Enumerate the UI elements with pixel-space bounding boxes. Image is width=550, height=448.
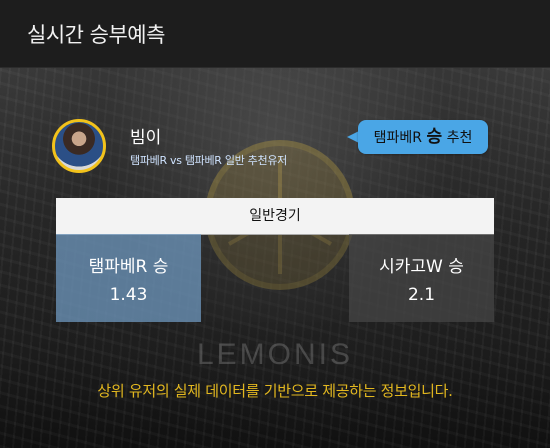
- middle-divider-area: [201, 234, 349, 322]
- header-bar: 실시간 승부예측: [0, 0, 550, 68]
- recommendation-team: 탬파베R: [373, 130, 423, 146]
- avatar[interactable]: [52, 119, 106, 173]
- recommendation-badge: 탬파베R 승 추천: [358, 120, 488, 154]
- brand-watermark: LEMONIS: [196, 338, 354, 371]
- away-team-name: 시카고W 승: [379, 257, 464, 277]
- away-team-odds: 2.1: [407, 285, 436, 305]
- game-card: 일반경기 탬파베R 승 1.43 시카고W 승 2.1: [56, 198, 494, 322]
- game-type-label: 일반경기: [56, 198, 494, 235]
- home-team-odds: 1.43: [109, 285, 148, 305]
- recommendation-suffix: 추천: [446, 130, 473, 146]
- user-name: 빔이: [130, 128, 162, 148]
- home-team-option[interactable]: 탬파베R 승 1.43: [56, 234, 201, 322]
- prediction-panel: 실시간 승부예측 LEMONIS 빔이 탬파베R vs 탬파베R 일반 추천유저…: [0, 0, 550, 448]
- recommendation-result: 승: [426, 127, 443, 147]
- page-title: 실시간 승부예측: [27, 23, 165, 47]
- away-team-option[interactable]: 시카고W 승 2.1: [349, 234, 494, 322]
- home-team-name: 탬파베R 승: [88, 257, 169, 277]
- footer-note: 상위 유저의 실제 데이터를 기반으로 제공하는 정보입니다.: [97, 382, 453, 400]
- user-description: 탬파베R vs 탬파베R 일반 추천유저: [130, 154, 287, 167]
